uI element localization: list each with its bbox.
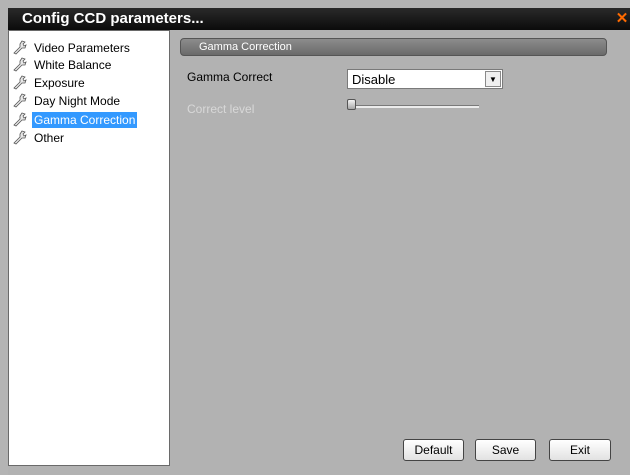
tree-item-label: Video Parameters xyxy=(34,40,130,55)
dialog-title: Config CCD parameters... xyxy=(22,10,204,27)
category-tree: Video Parameters White Balance Exposure … xyxy=(8,30,170,466)
settings-panel: Gamma Correction Gamma Correct Disable ▼… xyxy=(170,30,630,475)
tree-item-video-parameters[interactable]: Video Parameters xyxy=(13,39,132,56)
tree-item-label: Exposure xyxy=(34,75,85,90)
tree-item-label: Gamma Correction xyxy=(32,111,138,128)
tree-item-label: White Balance xyxy=(34,57,112,72)
tree-item-day-night-mode[interactable]: Day Night Mode xyxy=(13,92,122,109)
exit-button[interactable]: Exit xyxy=(549,439,611,461)
wrench-icon xyxy=(13,75,27,89)
correct-level-slider[interactable] xyxy=(347,99,479,110)
save-button[interactable]: Save xyxy=(475,439,536,461)
gamma-correct-label: Gamma Correct xyxy=(187,70,273,84)
wrench-icon xyxy=(13,40,27,54)
slider-thumb[interactable] xyxy=(347,99,356,110)
section-title: Gamma Correction xyxy=(199,41,292,53)
wrench-icon xyxy=(13,112,27,126)
gamma-correct-value: Disable xyxy=(352,72,396,87)
section-header: Gamma Correction xyxy=(180,38,607,56)
config-dialog: Config CCD parameters... ✕ Video Paramet… xyxy=(0,0,630,475)
tree-item-label: Day Night Mode xyxy=(34,93,121,108)
dialog-body: Video Parameters White Balance Exposure … xyxy=(8,30,630,475)
tree-item-white-balance[interactable]: White Balance xyxy=(13,56,113,73)
title-bar[interactable]: Config CCD parameters... ✕ xyxy=(8,8,630,30)
wrench-icon xyxy=(13,93,27,107)
default-button[interactable]: Default xyxy=(403,439,464,461)
wrench-icon xyxy=(13,130,27,144)
close-icon[interactable]: ✕ xyxy=(614,11,630,27)
wrench-icon xyxy=(13,57,27,71)
tree-item-label: Other xyxy=(34,130,65,145)
gamma-correct-select[interactable]: Disable ▼ xyxy=(347,69,503,89)
tree-item-exposure[interactable]: Exposure xyxy=(13,74,87,91)
tree-item-other[interactable]: Other xyxy=(13,129,66,146)
chevron-down-icon[interactable]: ▼ xyxy=(485,71,501,87)
tree-item-gamma-correction[interactable]: Gamma Correction xyxy=(13,111,138,128)
correct-level-label: Correct level xyxy=(187,102,255,116)
